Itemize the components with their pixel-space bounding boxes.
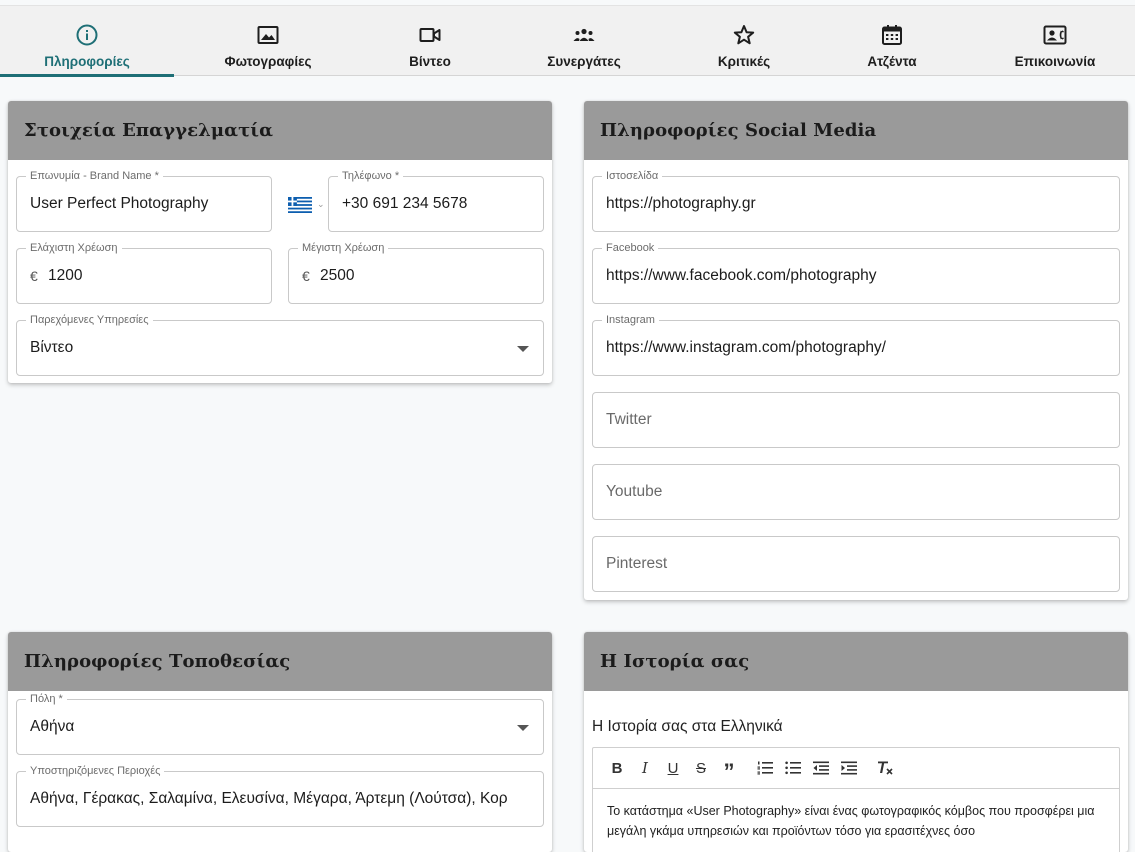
image-icon (257, 26, 279, 44)
field-value: 2500 (320, 267, 355, 284)
facebook-field[interactable]: Facebook https://www.facebook.com/photog… (592, 242, 1120, 304)
field-label: Πόλη * (26, 693, 67, 706)
field-value: https://www.instagram.com/photography/ (606, 339, 886, 356)
story-card: Η Ιστορία σας Η Ιστορία σας στα Ελληνικά… (584, 632, 1128, 852)
tab-partners[interactable]: Συνεργάτες (534, 6, 634, 76)
min-charge-field[interactable]: Ελάχιστη Χρέωση € 1200 (16, 242, 272, 304)
field-label: Μέγιστη Χρέωση (298, 242, 389, 255)
indent-button[interactable] (835, 756, 863, 780)
field-placeholder: Twitter (606, 411, 652, 428)
group-icon (573, 28, 595, 41)
field-label: Υποστηριζόμενες Περιοχές (26, 765, 165, 778)
field-value: +30 691 234 5678 (342, 195, 468, 212)
field-label: Παρεχόμενες Υπηρεσίες (26, 314, 153, 327)
dropdown-arrow-icon (517, 725, 529, 731)
pinterest-field[interactable]: Pinterest (592, 536, 1120, 592)
card-header: Στοιχεία Επαγγελματία (8, 101, 552, 160)
card-header: Πληροφορίες Social Media (584, 101, 1128, 160)
bullet-list-button[interactable] (779, 756, 807, 780)
outdent-button[interactable] (807, 756, 835, 780)
field-value: 1200 (48, 267, 83, 284)
italic-button[interactable]: I (631, 756, 659, 780)
max-charge-field[interactable]: Μέγιστη Χρέωση € 2500 (288, 242, 544, 304)
website-field[interactable]: Ιστοσελίδα https://photography.gr (592, 170, 1120, 232)
field-label: Ιστοσελίδα (602, 170, 663, 183)
card-title: Πληροφορίες Social Media (600, 120, 877, 141)
star-icon (733, 25, 755, 45)
card-header: Η Ιστορία σας (584, 632, 1128, 691)
field-value: https://photography.gr (606, 195, 756, 212)
supported-areas-field[interactable]: Υποστηριζόμενες Περιοχές Αθήνα, Γέρακας,… (16, 765, 544, 827)
active-tab-indicator (0, 74, 174, 77)
videocam-icon (419, 28, 441, 42)
rich-text-editor[interactable]: B I U S ” Το κατάστημα «User Photography… (592, 747, 1120, 852)
ordered-list-button[interactable] (751, 756, 779, 780)
instagram-field[interactable]: Instagram https://www.instagram.com/phot… (592, 314, 1120, 376)
youtube-field[interactable]: Youtube (592, 464, 1120, 520)
tab-reviews[interactable]: Κριτικές (694, 6, 794, 76)
field-value: https://www.facebook.com/photography (606, 267, 877, 284)
calendar-icon (882, 25, 902, 45)
tab-label: Βίντεο (409, 54, 451, 69)
clear-format-button[interactable] (871, 756, 899, 780)
field-value: Αθήνα, Γέρακας, Σαλαμίνα, Ελευσίνα, Μέγα… (30, 790, 508, 807)
field-label: Facebook (602, 242, 659, 255)
editor-content[interactable]: Το κατάστημα «User Photography» είναι έν… (593, 789, 1119, 852)
tab-bar: Πληροφορίες Φωτογραφίες Βίντεο Συνεργάτε… (0, 5, 1135, 77)
card-title: Πληροφορίες Τοποθεσίας (24, 651, 291, 672)
greek-flag-icon[interactable] (288, 197, 312, 213)
tab-info[interactable]: Πληροφορίες (0, 6, 174, 77)
field-label: Instagram (602, 314, 659, 327)
strikethrough-button[interactable]: S (687, 756, 715, 780)
tab-photos[interactable]: Φωτογραφίες (197, 6, 339, 76)
bold-button[interactable]: B (603, 756, 631, 780)
city-select[interactable]: Πόλη * Αθήνα (16, 693, 544, 755)
tab-label: Κριτικές (717, 54, 771, 69)
euro-prefix: € (302, 268, 310, 284)
brand-name-field[interactable]: Επωνυμία - Brand Name * User Perfect Pho… (16, 170, 272, 232)
phone-field[interactable]: Τηλέφωνο * +30 691 234 5678 (328, 170, 544, 232)
tab-label: Φωτογραφίες (224, 54, 312, 69)
tab-label: Ατζέντα (867, 54, 917, 69)
editor-title: Η Ιστορία σας στα Ελληνικά (592, 718, 783, 735)
field-value: Βίντεο (30, 339, 74, 356)
field-label: Τηλέφωνο * (338, 170, 404, 183)
social-media-card: Πληροφορίες Social Media Ιστοσελίδα http… (584, 101, 1128, 600)
tab-agenda[interactable]: Ατζέντα (842, 6, 942, 76)
editor-toolbar: B I U S ” (593, 748, 1119, 789)
field-placeholder: Youtube (606, 483, 663, 500)
card-header: Πληροφορίες Τοποθεσίας (8, 632, 552, 691)
location-card: Πληροφορίες Τοποθεσίας Πόλη * Αθήνα Υποσ… (8, 632, 552, 852)
card-title: Η Ιστορία σας (600, 651, 750, 672)
underline-button[interactable]: U (659, 756, 687, 780)
clear-format-icon (878, 761, 893, 775)
bullet-list-icon (785, 761, 801, 775)
field-label: Ελάχιστη Χρέωση (26, 242, 122, 255)
euro-prefix: € (30, 268, 38, 284)
dropdown-arrow-icon (517, 346, 529, 352)
twitter-field[interactable]: Twitter (592, 392, 1120, 448)
tab-label: Επικοινωνία (1014, 54, 1096, 69)
tab-contact[interactable]: Επικοινωνία (1000, 6, 1110, 76)
tab-label: Πληροφορίες (44, 54, 130, 69)
country-caret-icon[interactable]: ⌄ (317, 199, 325, 210)
tab-video[interactable]: Βίντεο (380, 6, 480, 76)
tab-label: Συνεργάτες (547, 54, 621, 69)
professional-info-card: Στοιχεία Επαγγελματία Επωνυμία - Brand N… (8, 101, 552, 383)
contact-card-icon (1043, 25, 1067, 45)
field-value: Αθήνα (30, 718, 75, 735)
field-placeholder: Pinterest (606, 555, 668, 572)
outdent-icon (813, 761, 829, 775)
ordered-list-icon (757, 761, 773, 775)
blockquote-button[interactable]: ” (715, 756, 743, 784)
services-select[interactable]: Παρεχόμενες Υπηρεσίες Βίντεο (16, 314, 544, 376)
info-icon (76, 24, 98, 46)
card-title: Στοιχεία Επαγγελματία (24, 120, 274, 141)
field-value: User Perfect Photography (30, 195, 209, 212)
indent-icon (841, 761, 857, 775)
field-label: Επωνυμία - Brand Name * (26, 170, 163, 183)
